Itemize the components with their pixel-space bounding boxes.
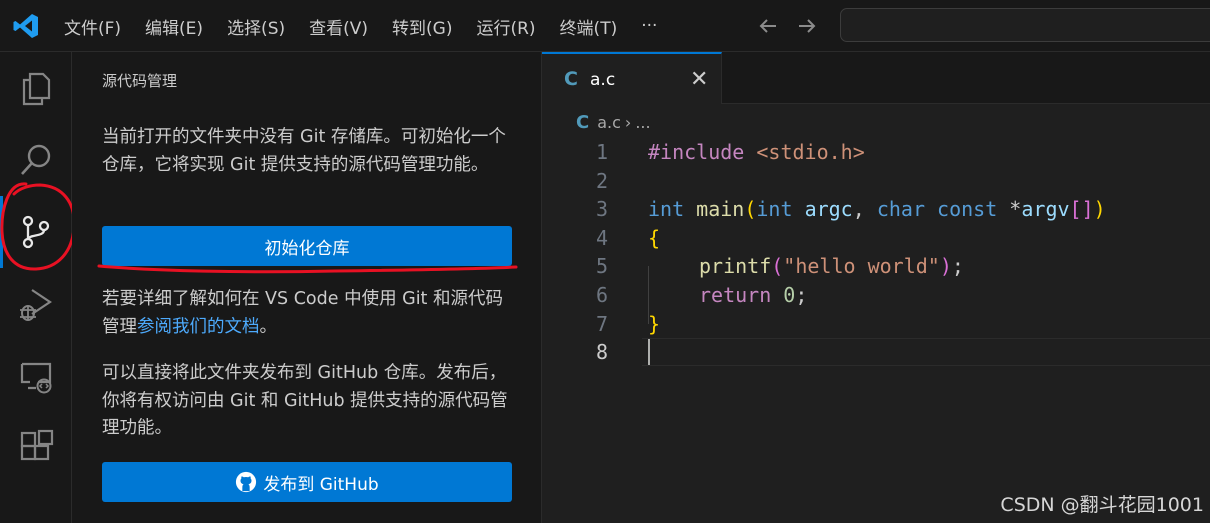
menu-terminal[interactable]: 终端(T) xyxy=(548,8,630,45)
line-number: 7 xyxy=(595,311,608,336)
initialize-repository-button[interactable]: 初始化仓库 xyxy=(102,226,512,266)
line-number: 1 xyxy=(595,140,608,164)
source-control-sidebar: 源代码管理 当前打开的文件夹中没有 Git 存储库。可初始化一个仓库，它将实现 … xyxy=(72,52,542,523)
line-content: return 0; xyxy=(699,283,808,307)
code-line: 8 xyxy=(542,338,1210,367)
activity-extensions[interactable] xyxy=(0,412,72,484)
code-line: 2 xyxy=(542,167,1210,196)
menu-bar: 文件(F) 编辑(E) 选择(S) 查看(V) 转到(G) 运行(R) 终端(T… xyxy=(52,0,669,52)
back-arrow-icon[interactable] xyxy=(756,14,780,38)
activity-source-control[interactable] xyxy=(0,196,72,268)
tab-a-c[interactable]: C a.c ✕ xyxy=(542,52,722,104)
code-line: 4 { xyxy=(542,224,1210,253)
learn-more-suffix: 。 xyxy=(259,316,278,337)
search-icon xyxy=(21,144,51,175)
line-number: 6 xyxy=(595,283,608,307)
activity-search[interactable] xyxy=(0,124,72,196)
line-content: printf("hello world"); xyxy=(699,254,964,279)
line-number: 4 xyxy=(595,225,608,250)
activity-explorer[interactable] xyxy=(0,52,72,124)
publish-button-label: 发布到 GitHub xyxy=(263,474,379,495)
watermark: CSDN @翻斗花园1001 xyxy=(1000,494,1204,516)
breadcrumb-more[interactable]: ... xyxy=(635,113,650,132)
line-number: 5 xyxy=(595,254,608,279)
code-line: 6 return 0; xyxy=(542,281,1210,310)
line-number: 2 xyxy=(595,168,608,193)
tab-label: a.c xyxy=(590,70,616,90)
menu-edit[interactable]: 编辑(E) xyxy=(133,8,215,45)
learn-more-message: 若要详细了解如何在 VS Code 中使用 Git 和源代码管理参阅我们的文档。 xyxy=(102,286,512,341)
activity-bar xyxy=(0,52,72,523)
explorer-icon xyxy=(22,72,51,106)
breadcrumb: C a.c › ... xyxy=(576,110,651,134)
no-repo-message: 当前打开的文件夹中没有 Git 存储库。可初始化一个仓库，它将实现 Git 提供… xyxy=(102,127,506,175)
c-file-icon: C xyxy=(564,68,578,90)
menu-file[interactable]: 文件(F) xyxy=(52,8,133,45)
activity-remote-explorer[interactable] xyxy=(0,340,72,412)
title-bar: 文件(F) 编辑(E) 选择(S) 查看(V) 转到(G) 运行(R) 终端(T… xyxy=(0,0,1210,52)
forward-arrow-icon[interactable] xyxy=(795,14,819,38)
menu-more[interactable]: ··· xyxy=(629,10,669,42)
c-file-icon: C xyxy=(576,111,590,133)
menu-run[interactable]: 运行(R) xyxy=(464,8,547,45)
line-number: 8 xyxy=(595,340,608,365)
chevron-right-icon: › xyxy=(624,112,632,132)
menu-go[interactable]: 转到(G) xyxy=(380,8,464,45)
code-line: 7 } xyxy=(542,310,1210,339)
editor-tab-bar: C a.c ✕ xyxy=(542,52,1210,104)
run-debug-icon xyxy=(20,289,52,321)
command-center-search[interactable] xyxy=(840,8,1210,42)
line-number: 3 xyxy=(595,197,608,222)
publish-message: 可以直接将此文件夹发布到 GitHub 仓库。发布后，你将有权访问由 Git 和… xyxy=(102,363,508,438)
line-content: #include <stdio.h> xyxy=(648,140,865,164)
close-icon[interactable]: ✕ xyxy=(690,67,708,92)
menu-view[interactable]: 查看(V) xyxy=(297,8,380,45)
line-content: } xyxy=(648,311,661,336)
source-control-icon xyxy=(22,215,50,249)
line-content: { xyxy=(648,225,661,250)
sidebar-title: 源代码管理 xyxy=(102,72,178,90)
docs-link[interactable]: 参阅我们的文档 xyxy=(137,317,260,337)
line-content: int main(int argc, char const *argv[]) xyxy=(648,197,1106,222)
editor-area: C a.c ✕ C a.c › ... 1 #include <stdio.h>… xyxy=(542,52,1210,523)
text-cursor xyxy=(648,339,650,366)
vscode-logo-icon[interactable] xyxy=(12,12,40,40)
publish-to-github-button[interactable]: 发布到 GitHub xyxy=(102,462,512,502)
activity-run-debug[interactable] xyxy=(0,268,72,340)
code-line: 1 #include <stdio.h> xyxy=(542,138,1210,167)
breadcrumb-file[interactable]: a.c xyxy=(597,113,621,132)
github-icon xyxy=(236,471,257,493)
code-line: 5 printf("hello world"); xyxy=(542,252,1210,281)
code-line: 3 int main(int argc, char const *argv[]) xyxy=(542,195,1210,224)
extensions-icon xyxy=(20,429,54,461)
menu-selection[interactable]: 选择(S) xyxy=(215,8,297,45)
remote-explorer-icon xyxy=(20,362,52,394)
